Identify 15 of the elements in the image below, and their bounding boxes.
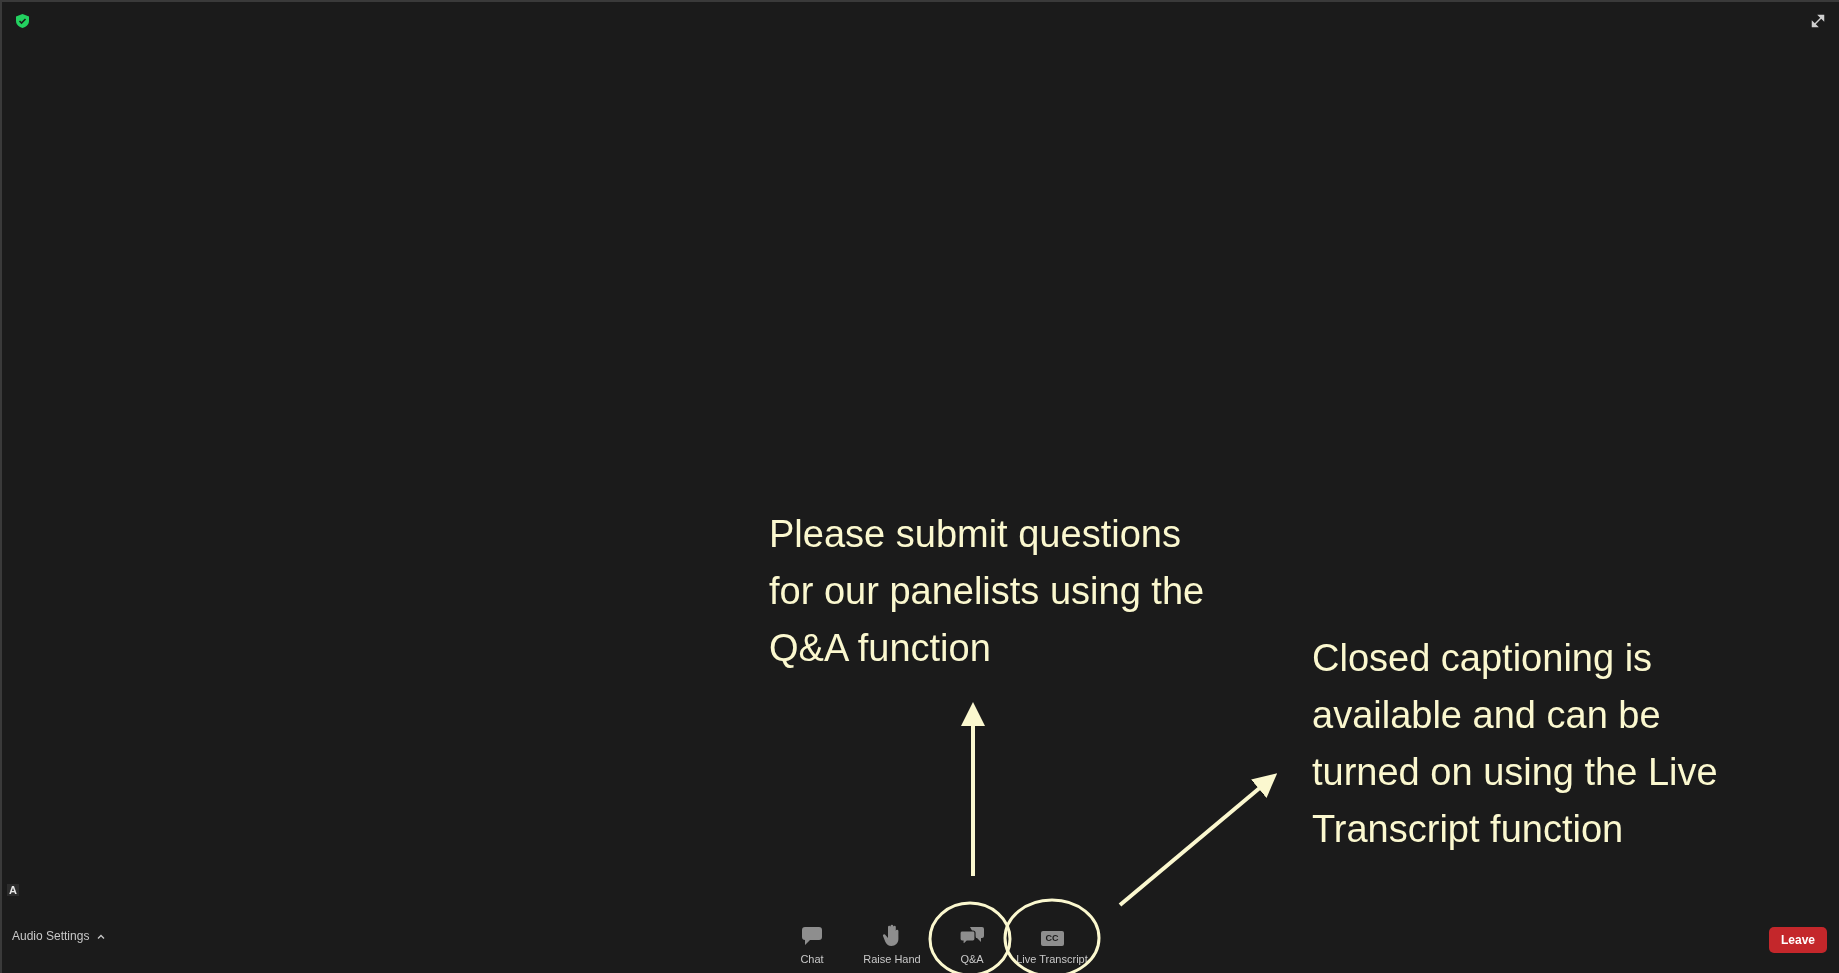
toolbar-button[interactable]: Raise Hand (852, 915, 932, 969)
audio-settings-button[interactable]: Audio Settings (12, 927, 106, 945)
caret-up-icon (97, 933, 106, 939)
participant-initial: A (7, 884, 19, 896)
closed-captions-icon: CC (1040, 930, 1064, 946)
toolbar-button[interactable]: Q&A (932, 915, 1012, 969)
annotation-text: Please submit questions for our panelists using the Q&A function (769, 512, 1206, 671)
speech-bubbles-icon (959, 925, 985, 946)
chat-bubble-icon (801, 925, 823, 946)
shield-check-icon (16, 14, 29, 28)
leave-button[interactable]: Leave (1769, 927, 1827, 953)
annotation-text: Closed captioning is available and can be turned on using the Live Transcript function (1312, 636, 1719, 852)
toolbar-button[interactable]: CC Live Transcript (1012, 915, 1092, 969)
expand-icon[interactable] (1811, 14, 1825, 28)
toolbar-button[interactable]: Chat (772, 915, 852, 969)
